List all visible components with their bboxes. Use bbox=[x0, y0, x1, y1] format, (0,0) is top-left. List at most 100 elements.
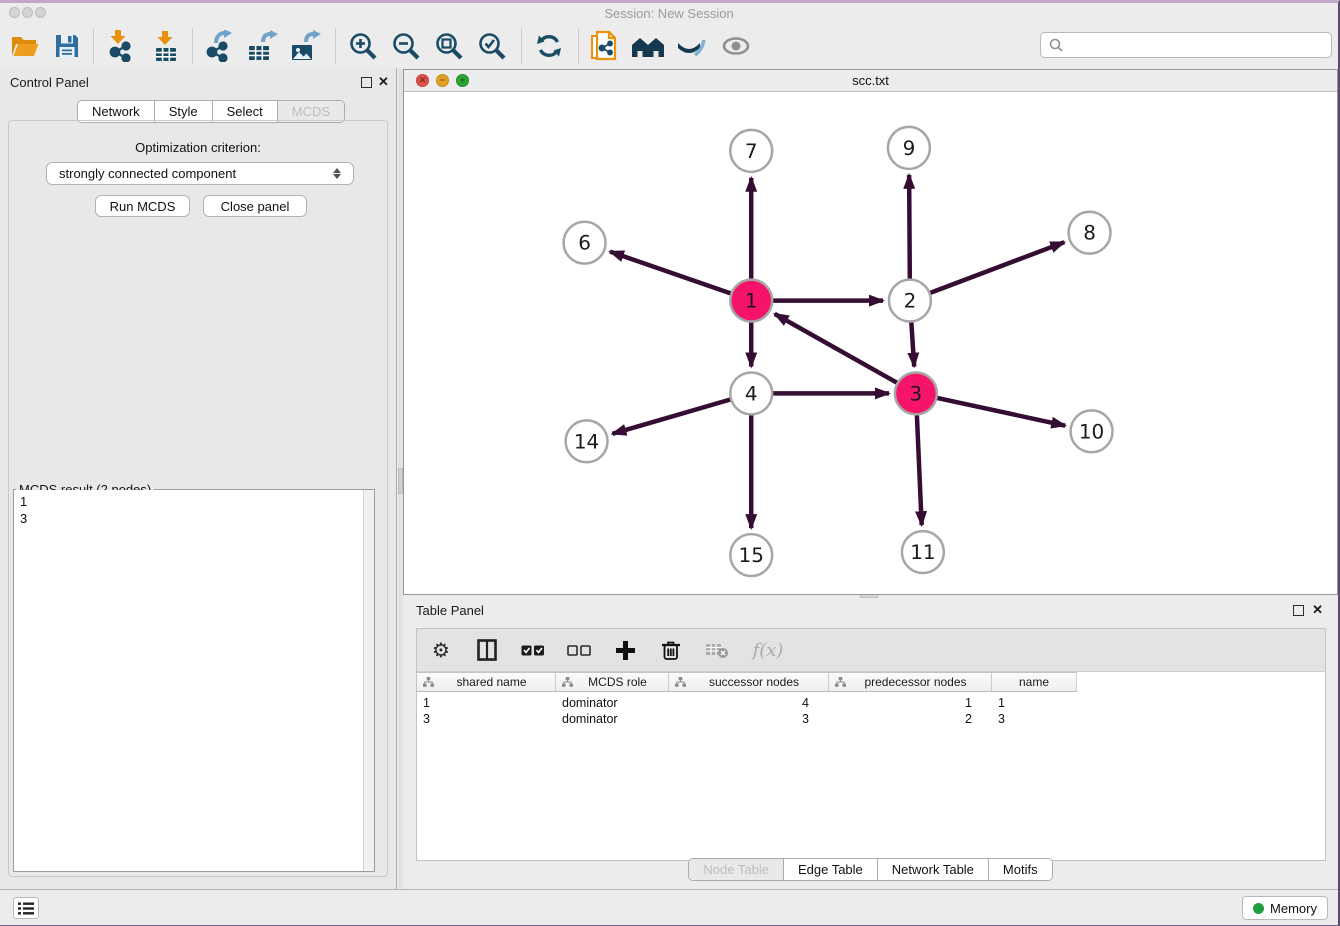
search-field[interactable] bbox=[1040, 32, 1332, 58]
criterion-select[interactable]: strongly connected component bbox=[46, 162, 354, 185]
tab-mcds[interactable]: MCDS bbox=[278, 101, 344, 122]
export-image-icon[interactable] bbox=[289, 29, 323, 63]
memory-status-icon bbox=[1253, 903, 1264, 914]
hide-selected-icon[interactable] bbox=[674, 29, 708, 63]
graph-node-9[interactable]: 9 bbox=[888, 127, 930, 169]
import-table-icon[interactable] bbox=[149, 29, 183, 63]
import-network-glyph bbox=[105, 30, 133, 62]
main-toolbar bbox=[0, 23, 1338, 68]
graph-node-4[interactable]: 4 bbox=[730, 372, 772, 414]
zoom-fit-glyph bbox=[434, 31, 464, 61]
graph-edge-3-10[interactable] bbox=[935, 398, 1065, 426]
optimization-criterion-label: Optimization criterion: bbox=[9, 140, 387, 155]
add-column-icon[interactable] bbox=[613, 638, 637, 662]
import-network-icon[interactable] bbox=[102, 29, 136, 63]
graph-node-8[interactable]: 8 bbox=[1069, 212, 1111, 254]
list-icon bbox=[18, 902, 34, 915]
graph-node-3[interactable]: 3 bbox=[895, 372, 937, 414]
graph-node-14[interactable]: 14 bbox=[566, 420, 608, 462]
export-network-icon[interactable] bbox=[201, 29, 235, 63]
tab-network[interactable]: Network bbox=[78, 101, 155, 122]
graph-node-10[interactable]: 10 bbox=[1071, 410, 1113, 452]
tab-network-table[interactable]: Network Table bbox=[878, 859, 989, 880]
deselect-all-icon[interactable] bbox=[567, 638, 591, 662]
svg-text:1: 1 bbox=[745, 289, 758, 313]
run-mcds-button[interactable]: Run MCDS bbox=[95, 195, 190, 217]
mcds-result-line: 1 bbox=[20, 493, 368, 510]
network-canvas: 7 9 6 8 1 2 4 3 14 10 15 11 bbox=[404, 92, 1337, 594]
application-window: Session: New Session bbox=[0, 0, 1340, 926]
graph-node-15[interactable]: 15 bbox=[730, 534, 772, 576]
cell-mcds-role[interactable]: dominator bbox=[556, 695, 669, 711]
table-settings-icon[interactable]: ⚙ bbox=[429, 638, 453, 662]
table-panel-float-icon[interactable] bbox=[1293, 605, 1304, 616]
mcds-result-scrollbar[interactable] bbox=[363, 490, 374, 871]
cell-mcds-role[interactable]: dominator bbox=[556, 711, 669, 727]
column-visibility-icon[interactable] bbox=[475, 638, 499, 662]
delete-table-icon[interactable] bbox=[705, 638, 729, 662]
new-network-from-selection-icon[interactable] bbox=[588, 29, 622, 63]
window-title: Session: New Session bbox=[0, 6, 1338, 21]
column-header-mcds-role[interactable]: MCDS role bbox=[556, 673, 669, 691]
close-panel-button[interactable]: Close panel bbox=[203, 195, 307, 217]
zoom-out-icon[interactable] bbox=[389, 29, 423, 63]
cell-name[interactable]: 1 bbox=[992, 695, 1077, 711]
cell-shared-name[interactable]: 3 bbox=[417, 711, 556, 727]
table-panel-close-icon[interactable]: ✕ bbox=[1312, 604, 1323, 616]
mcds-result-list[interactable]: 1 3 bbox=[14, 490, 374, 871]
graph-node-6[interactable]: 6 bbox=[564, 222, 606, 264]
cell-successor-nodes[interactable]: 3 bbox=[669, 711, 829, 727]
table-row[interactable]: 1 dominator 4 1 1 bbox=[417, 695, 1077, 711]
graph-edge-4-14[interactable] bbox=[612, 399, 732, 434]
column-header-successor-nodes[interactable]: successor nodes bbox=[669, 673, 829, 691]
graph-edge-2-3[interactable] bbox=[911, 321, 914, 367]
zoom-selected-icon[interactable] bbox=[475, 29, 509, 63]
control-panel-float-icon[interactable] bbox=[361, 77, 372, 88]
mcds-result-box: MCDS result (2 nodes) 1 3 bbox=[13, 489, 375, 872]
graph-edge-1-6[interactable] bbox=[610, 252, 732, 294]
search-icon bbox=[1049, 38, 1063, 52]
graph-edge-2-8[interactable] bbox=[929, 242, 1065, 293]
graph-node-2[interactable]: 2 bbox=[889, 280, 931, 322]
control-panel-close-icon[interactable]: ✕ bbox=[378, 76, 389, 88]
delete-column-icon[interactable] bbox=[659, 638, 683, 662]
tab-motifs[interactable]: Motifs bbox=[989, 859, 1052, 880]
tab-select[interactable]: Select bbox=[213, 101, 278, 122]
first-neighbors-icon[interactable] bbox=[631, 29, 665, 63]
tab-edge-table[interactable]: Edge Table bbox=[784, 859, 878, 880]
cell-name[interactable]: 3 bbox=[992, 711, 1077, 727]
zoom-in-icon[interactable] bbox=[346, 29, 380, 63]
cell-predecessor-nodes[interactable]: 1 bbox=[829, 695, 992, 711]
graph-node-7[interactable]: 7 bbox=[730, 130, 772, 172]
open-session-icon[interactable] bbox=[8, 29, 42, 63]
cell-predecessor-nodes[interactable]: 2 bbox=[829, 711, 992, 727]
show-hidden-icon[interactable] bbox=[719, 29, 753, 63]
graph-node-1[interactable]: 1 bbox=[730, 280, 772, 322]
zoom-fit-icon[interactable] bbox=[432, 29, 466, 63]
floppy-glyph bbox=[54, 33, 80, 59]
svg-text:11: 11 bbox=[910, 540, 935, 564]
graph-edge-2-9[interactable] bbox=[909, 175, 910, 281]
select-all-icon[interactable] bbox=[521, 638, 545, 662]
task-history-button[interactable] bbox=[13, 897, 39, 919]
cell-successor-nodes[interactable]: 4 bbox=[669, 695, 829, 711]
column-header-name[interactable]: name bbox=[992, 673, 1077, 691]
search-input[interactable] bbox=[1069, 38, 1323, 53]
tab-style[interactable]: Style bbox=[155, 101, 213, 122]
houses-glyph bbox=[631, 33, 665, 59]
memory-button[interactable]: Memory bbox=[1242, 896, 1328, 920]
graph-edge-3-1[interactable] bbox=[775, 314, 899, 384]
graph-edge-3-11[interactable] bbox=[917, 413, 922, 525]
save-session-icon[interactable] bbox=[50, 29, 84, 63]
function-builder-icon[interactable]: f(x) bbox=[751, 638, 785, 662]
tab-node-table[interactable]: Node Table bbox=[689, 859, 784, 880]
export-table-icon[interactable] bbox=[246, 29, 280, 63]
refresh-layout-icon[interactable] bbox=[532, 29, 566, 63]
graph-node-11[interactable]: 11 bbox=[902, 531, 944, 573]
column-header-shared-name[interactable]: shared name bbox=[417, 673, 556, 691]
window-titlebar: Session: New Session bbox=[0, 3, 1338, 23]
table-row[interactable]: 3 dominator 3 2 3 bbox=[417, 711, 1077, 727]
column-header-predecessor-nodes[interactable]: predecessor nodes bbox=[829, 673, 992, 691]
mcds-result-line: 3 bbox=[20, 510, 368, 527]
cell-shared-name[interactable]: 1 bbox=[417, 695, 556, 711]
